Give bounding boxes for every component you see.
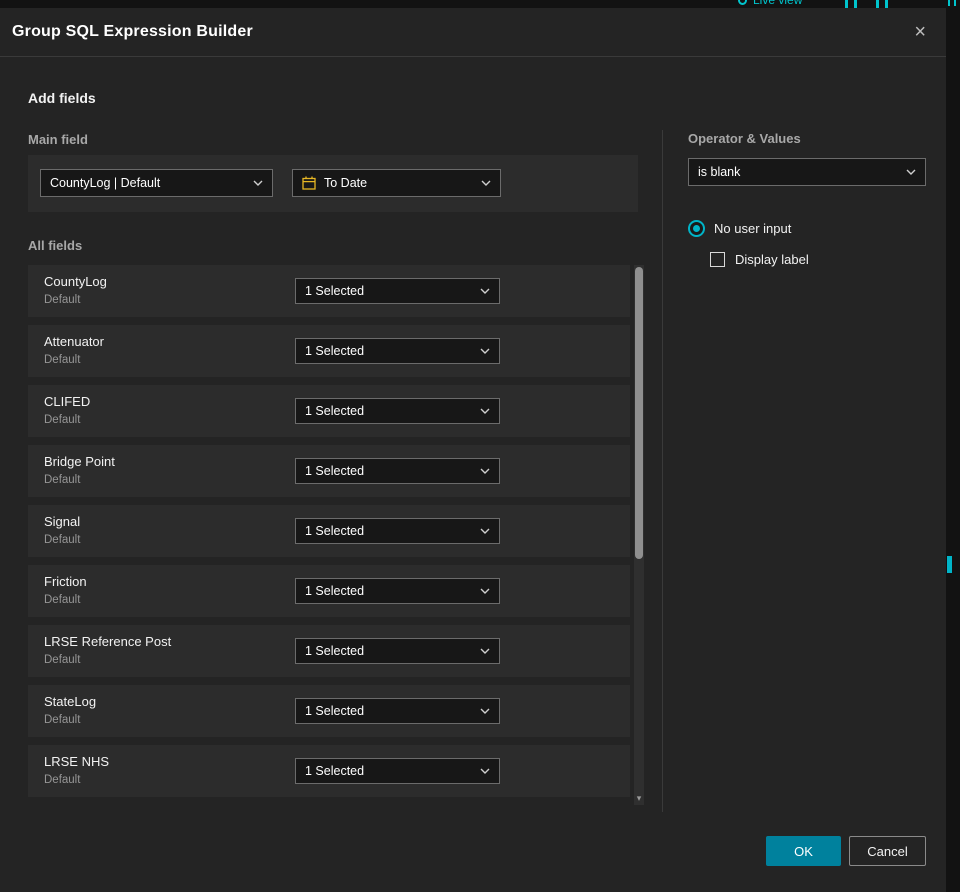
field-selected-dropdown-label: 1 Selected: [305, 464, 365, 478]
field-sub: Default: [44, 354, 81, 366]
field-selected-dropdown-label: 1 Selected: [305, 344, 365, 358]
chevron-down-icon: [906, 169, 916, 175]
dialog-header: Group SQL Expression Builder ×: [0, 8, 946, 57]
field-selected-dropdown-label: 1 Selected: [305, 284, 365, 298]
field-sub: Default: [44, 474, 81, 486]
field-name: Signal: [44, 514, 81, 529]
app-right-strip: [946, 0, 960, 892]
field-sub: Default: [44, 534, 81, 546]
field-selected-dropdown[interactable]: 1 Selected: [295, 278, 500, 304]
field-row: Bridge Point Default 1 Selected: [28, 445, 630, 497]
field-selected-dropdown-label: 1 Selected: [305, 764, 365, 778]
date-field-dropdown-label: To Date: [324, 176, 368, 190]
field-row: Attenuator Default 1 Selected: [28, 325, 630, 377]
field-selected-dropdown[interactable]: 1 Selected: [295, 398, 500, 424]
field-name: CLIFED: [44, 394, 91, 409]
operator-dropdown[interactable]: is blank: [688, 158, 926, 186]
add-fields-heading: Add fields: [28, 90, 96, 106]
field-name: Attenuator: [44, 334, 104, 349]
field-selected-dropdown[interactable]: 1 Selected: [295, 338, 500, 364]
field-name: Friction: [44, 574, 87, 589]
field-row: LRSE Reference Post Default 1 Selected: [28, 625, 630, 677]
field-selected-dropdown[interactable]: 1 Selected: [295, 518, 500, 544]
operator-values-label: Operator & Values: [688, 131, 801, 146]
scrollbar-down-arrow-icon[interactable]: ▾: [634, 794, 644, 803]
field-row: LRSE NHS Default 1 Selected: [28, 745, 630, 797]
field-selected-dropdown[interactable]: 1 Selected: [295, 578, 500, 604]
field-selected-dropdown-label: 1 Selected: [305, 404, 365, 418]
field-sub: Default: [44, 294, 81, 306]
toolbar-fragment-icon: [854, 0, 857, 8]
field-name: LRSE Reference Post: [44, 634, 172, 649]
main-field-label: Main field: [28, 132, 88, 147]
chevron-down-icon: [480, 408, 490, 414]
toolbar-fragment-icon: [948, 0, 956, 6]
list-scrollbar[interactable]: ▾: [634, 265, 644, 805]
field-sub: Default: [44, 714, 81, 726]
chevron-down-icon: [480, 468, 490, 474]
main-field-dropdown[interactable]: CountyLog | Default: [40, 169, 273, 197]
main-field-panel: CountyLog | Default To Date: [28, 155, 638, 212]
app-top-strip: Live view: [0, 0, 960, 8]
chevron-down-icon: [480, 288, 490, 294]
live-view-icon: [738, 0, 747, 5]
radio-selected-icon: [688, 220, 705, 237]
toolbar-fragment-icon: [885, 0, 888, 8]
all-fields-list: CountyLog Default 1 Selected Attenuator …: [28, 265, 630, 805]
toolbar-fragment-icon: [876, 0, 879, 8]
chevron-down-icon: [480, 348, 490, 354]
field-selected-dropdown-label: 1 Selected: [305, 644, 365, 658]
field-selected-dropdown-label: 1 Selected: [305, 584, 365, 598]
field-name: LRSE NHS: [44, 754, 110, 769]
date-field-dropdown[interactable]: To Date: [292, 169, 501, 197]
field-name: CountyLog: [44, 274, 107, 289]
chevron-down-icon: [480, 588, 490, 594]
field-name: Bridge Point: [44, 454, 115, 469]
field-sub: Default: [44, 594, 81, 606]
live-view-indicator[interactable]: Live view: [738, 0, 802, 7]
toolbar-fragment-icon: [845, 0, 848, 8]
all-fields-label: All fields: [28, 238, 83, 253]
screen: { "backdrop": { "live_view_label": "Live…: [0, 0, 960, 892]
chevron-down-icon: [481, 180, 491, 186]
ok-button[interactable]: OK: [766, 836, 841, 866]
field-sub: Default: [44, 414, 81, 426]
chevron-down-icon: [480, 768, 490, 774]
field-row: CLIFED Default 1 Selected: [28, 385, 630, 437]
chevron-down-icon: [480, 528, 490, 534]
dialog-title: Group SQL Expression Builder: [12, 23, 253, 40]
field-row: Friction Default 1 Selected: [28, 565, 630, 617]
main-field-dropdown-label: CountyLog | Default: [50, 176, 161, 190]
field-row: StateLog Default 1 Selected: [28, 685, 630, 737]
group-sql-expression-builder-dialog: Group SQL Expression Builder × Add field…: [0, 8, 946, 892]
field-row: Signal Default 1 Selected: [28, 505, 630, 557]
field-selected-dropdown-label: 1 Selected: [305, 524, 365, 538]
chevron-down-icon: [480, 708, 490, 714]
field-name: StateLog: [44, 694, 97, 709]
field-selected-dropdown[interactable]: 1 Selected: [295, 698, 500, 724]
field-sub: Default: [44, 654, 81, 666]
field-sub: Default: [44, 774, 81, 786]
no-user-input-radio[interactable]: No user input: [688, 220, 791, 237]
cancel-button[interactable]: Cancel: [849, 836, 926, 866]
scrollbar-thumb[interactable]: [635, 267, 643, 559]
display-label-checkbox[interactable]: Display label: [710, 252, 809, 267]
display-label-text: Display label: [735, 252, 809, 267]
field-selected-dropdown[interactable]: 1 Selected: [295, 638, 500, 664]
selection-handle-fragment: [947, 556, 952, 573]
calendar-icon: [302, 176, 316, 190]
field-selected-dropdown[interactable]: 1 Selected: [295, 458, 500, 484]
column-divider: [662, 130, 663, 812]
field-row: CountyLog Default 1 Selected: [28, 265, 630, 317]
chevron-down-icon: [253, 180, 263, 186]
close-icon[interactable]: ×: [910, 20, 930, 44]
live-view-label: Live view: [753, 0, 803, 7]
no-user-input-label: No user input: [714, 221, 792, 236]
chevron-down-icon: [480, 648, 490, 654]
field-selected-dropdown[interactable]: 1 Selected: [295, 758, 500, 784]
operator-dropdown-label: is blank: [698, 165, 741, 179]
checkbox-unchecked-icon: [710, 252, 725, 267]
field-selected-dropdown-label: 1 Selected: [305, 704, 365, 718]
